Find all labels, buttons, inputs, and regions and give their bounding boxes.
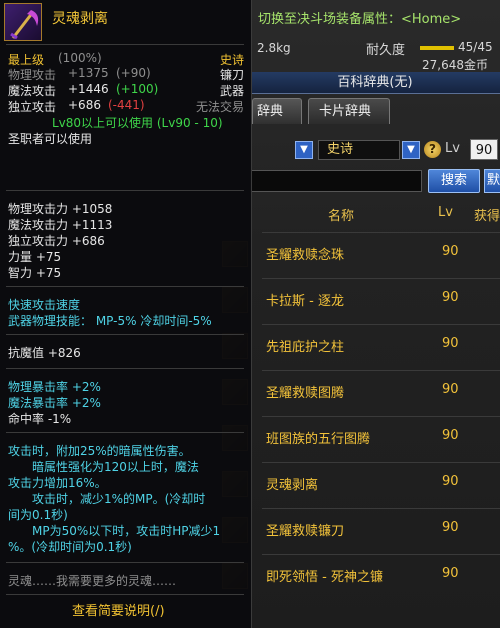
divider (6, 368, 244, 369)
list-item[interactable]: 灵魂剥离 90 (222, 462, 500, 502)
list-item-lv: 90 (442, 566, 459, 581)
rarity-select[interactable]: 史诗 (318, 140, 400, 160)
column-name[interactable]: 名称 (328, 205, 354, 224)
divider (6, 432, 244, 433)
list-item-lv: 90 (442, 474, 459, 489)
item-tooltip: 灵魂剥离 最上级 (100%) 史诗 物理攻击 +1375 (+90) 镰刀 魔… (0, 0, 252, 628)
grade-percent: (100%) (58, 51, 102, 65)
list-item[interactable]: 先祖庇护之柱 90 (222, 324, 500, 364)
attack-speed-line: 快速攻击速度 (8, 298, 81, 312)
indep-atk-label: 独立攻击 (8, 100, 57, 114)
search-row: 搜索 默 (250, 168, 500, 194)
phys-atk-value: +1375 (68, 66, 109, 80)
divider (6, 286, 244, 287)
encyclopedia-title: 百科辞典(无) (250, 72, 500, 94)
untradeable-label: 无法交易 (196, 100, 245, 114)
list-item-lv: 90 (442, 520, 459, 535)
effect-line: MP为50%以下时，攻击时HP减少1 (32, 524, 221, 538)
mag-atk-label: 魔法攻击 (8, 84, 57, 98)
indep-atk-value: +686 (68, 98, 101, 112)
effect-line: 攻击时，附加25%的暗属性伤害。 (8, 444, 191, 458)
durability-label: 耐久度 (366, 43, 406, 58)
column-obtain[interactable]: 获得 (474, 205, 500, 224)
divider (6, 334, 244, 335)
item-weight: 2.8kg (257, 41, 291, 55)
item-price: 27,648金币 (422, 58, 488, 72)
list-item-name: 圣耀救赎念珠 (266, 248, 345, 263)
list-item-name: 灵魂剥离 (266, 478, 319, 493)
effect-line: 攻击力增加16%。 (8, 476, 107, 490)
phys-crit-line: 物理暴击率 +2% (8, 380, 101, 394)
stat-line: 力量 +75 (8, 250, 62, 264)
search-button[interactable]: 搜索 (428, 169, 480, 193)
stat-line: 魔法攻击力 +1113 (8, 218, 113, 232)
list-header: 名称 Lv 获得 (250, 200, 500, 226)
flavor-text: 灵魂……我需要更多的灵魂…… (8, 574, 177, 588)
stat-line: 物理攻击力 +1058 (8, 202, 113, 216)
stat-line: 智力 +75 (8, 266, 62, 280)
list-item-name: 圣耀救赎镰刀 (266, 524, 345, 539)
item-category: 武器 (220, 84, 245, 98)
skill-bonus-line: 武器物理技能： MP-5% 冷却时间-5% (8, 314, 212, 328)
effect-line: 间为0.1秒) (8, 508, 68, 522)
list-item[interactable]: 圣耀救赎镰刀 90 (222, 508, 500, 548)
list-item-lv: 90 (442, 244, 459, 259)
filter-bar: ▼ 史诗 ▼ ? Lv 90 (250, 136, 500, 164)
durability-value: 45/45 (458, 40, 493, 54)
effect-line: 暗属性强化为120以上时，魔法 (32, 460, 199, 474)
phys-atk-label: 物理攻击 (8, 68, 57, 82)
hit-rate-line: 命中率 -1% (8, 412, 72, 426)
list-item-lv: 90 (442, 428, 459, 443)
list-item-name: 卡拉斯 - 逐龙 (266, 294, 344, 309)
list-item[interactable]: 圣耀救赎念珠 90 (222, 232, 500, 272)
mag-atk-value: +1446 (68, 82, 109, 96)
list-item[interactable]: 卡拉斯 - 逐龙 90 (222, 278, 500, 318)
level-requirement: Lv80以上可以使用 (Lv90 - 10) (52, 116, 223, 130)
class-requirement: 圣职者可以使用 (8, 132, 93, 146)
list-item-lv: 90 (442, 382, 459, 397)
weapon-type: 镰刀 (220, 68, 245, 82)
divider (6, 190, 244, 191)
list-item-name: 班图族的五行图腾 (266, 432, 371, 447)
switch-arena-attributes-link[interactable]: 切换至决斗场装备属性：<Home> (258, 8, 461, 27)
list-item-lv: 90 (442, 290, 459, 305)
list-item[interactable]: 班图族的五行图腾 90 (222, 416, 500, 456)
extra-button[interactable]: 默 (484, 169, 500, 193)
divider (6, 594, 244, 595)
mag-atk-diff: (+100) (116, 82, 159, 96)
item-title: 灵魂剥离 (52, 11, 108, 27)
divider (6, 44, 244, 45)
mag-crit-line: 魔法暴击率 +2% (8, 396, 101, 410)
list-item[interactable]: 即死领悟 - 死神之镰 90 (222, 554, 500, 594)
phys-atk-diff: (+90) (116, 66, 151, 80)
effect-line: 攻击时，减少1%的MP。(冷却时 (32, 492, 206, 506)
list-item-lv: 90 (442, 336, 459, 351)
type-dropdown-icon[interactable]: ▼ (295, 141, 313, 159)
list-item-name: 先祖庇护之柱 (266, 340, 345, 355)
help-icon[interactable]: ? (424, 141, 441, 158)
durability-bar (420, 46, 454, 50)
effect-line: %。(冷却时间为0.1秒) (8, 540, 132, 554)
list-item-name: 即死领悟 - 死神之镰 (266, 570, 383, 585)
list-item-name: 圣耀救赎图腾 (266, 386, 345, 401)
stat-line: 独立攻击力 +686 (8, 234, 105, 248)
tab-dictionary[interactable]: 辞典 (252, 98, 302, 124)
tab-card-dictionary[interactable]: 卡片辞典 (308, 98, 390, 124)
encyclopedia-tabs: 辞典 卡片辞典 (250, 98, 500, 124)
indep-atk-diff: (-441) (108, 98, 145, 112)
search-input[interactable] (250, 170, 422, 192)
rarity-dropdown-icon[interactable]: ▼ (402, 141, 420, 159)
level-input[interactable]: 90 (470, 139, 498, 160)
brief-description-link[interactable]: 查看简要说明(/) (72, 600, 165, 619)
magic-resist-line: 抗魔值 +826 (8, 346, 81, 360)
divider (6, 562, 244, 563)
level-label: Lv (445, 141, 460, 156)
scythe-icon (4, 3, 42, 41)
list-item[interactable]: 圣耀救赎图腾 90 (222, 370, 500, 410)
column-lv[interactable]: Lv (438, 205, 453, 220)
